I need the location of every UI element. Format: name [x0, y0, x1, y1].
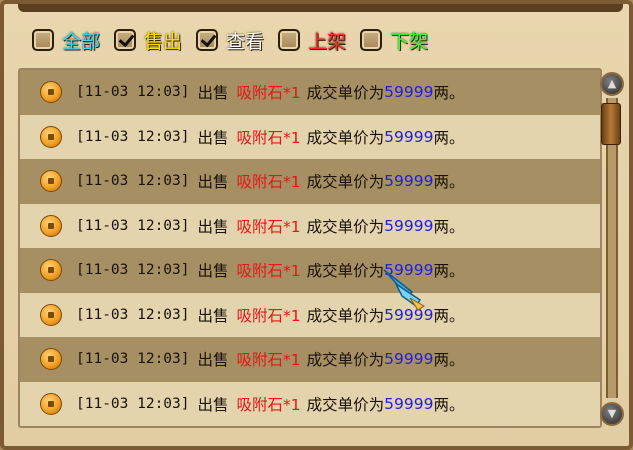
- record-text: 成交单价为: [306, 128, 385, 147]
- record-time: [11-03 12:03]: [76, 84, 190, 101]
- window-top-edge: [18, 4, 623, 12]
- filter-delisted[interactable]: 下架: [360, 27, 428, 54]
- record-item[interactable]: 吸附石*1: [237, 348, 301, 370]
- record-text: 成交单价为: [306, 217, 385, 236]
- record-unit: 两。: [433, 306, 465, 325]
- record-time: [11-03 12:03]: [76, 306, 190, 323]
- gold-coin-icon: [40, 170, 62, 193]
- record-text: 成交单价为: [306, 262, 385, 281]
- record-text: 成交单价为: [306, 395, 385, 414]
- record-action: 出售: [197, 395, 229, 414]
- scroll-up-icon[interactable]: ▲: [600, 72, 624, 96]
- record-time: [11-03 12:03]: [76, 217, 190, 234]
- record-price: 59999: [384, 83, 434, 102]
- gold-coin-icon: [40, 259, 62, 282]
- record-action: 出售: [197, 217, 229, 236]
- record-action: 出售: [197, 306, 229, 325]
- filter-listed[interactable]: 上架: [278, 27, 346, 54]
- record-text: 成交单价为: [306, 351, 385, 370]
- filter-bar: 全部 售出 查看 上架 下架: [32, 24, 442, 56]
- filter-view-label: 查看: [226, 30, 265, 53]
- record-unit: 两。: [433, 351, 465, 370]
- gold-coin-icon: [40, 214, 62, 237]
- gold-coin-icon: [40, 392, 62, 415]
- trade-log-window: 全部 售出 查看 上架 下架 [11-03 12:03] 出售 吸附石*1 成交单价为…: [0, 0, 633, 450]
- record-time: [11-03 12:03]: [76, 395, 190, 412]
- gold-coin-icon: [40, 125, 62, 148]
- filter-delisted-checkbox[interactable]: [360, 29, 383, 51]
- record-time: [11-03 12:03]: [76, 128, 190, 145]
- record-item[interactable]: 吸附石*1: [237, 215, 301, 237]
- filter-view-checkbox[interactable]: [196, 29, 219, 51]
- record-action: 出售: [197, 173, 229, 192]
- list-item[interactable]: [11-03 12:03] 出售 吸附石*1 成交单价为 59999 两。: [20, 70, 600, 115]
- filter-listed-checkbox[interactable]: [278, 29, 301, 51]
- record-action: 出售: [197, 84, 229, 103]
- filter-sold-checkbox[interactable]: [114, 29, 137, 51]
- record-item[interactable]: 吸附石*1: [237, 304, 301, 326]
- record-action: 出售: [197, 351, 229, 370]
- gold-coin-icon: [40, 348, 62, 371]
- record-unit: 两。: [433, 84, 465, 103]
- gold-coin-icon: [40, 81, 62, 104]
- filter-all[interactable]: 全部: [32, 27, 100, 54]
- record-unit: 两。: [433, 262, 465, 281]
- record-item[interactable]: 吸附石*1: [237, 259, 301, 281]
- scroll-thumb[interactable]: [601, 103, 621, 145]
- record-price: 59999: [384, 216, 434, 235]
- filter-delisted-label: 下架: [390, 30, 429, 53]
- gold-coin-icon: [40, 303, 62, 326]
- scroll-down-icon[interactable]: ▼: [600, 402, 624, 426]
- list-item[interactable]: [11-03 12:03] 出售 吸附石*1 成交单价为 59999 两。: [20, 292, 600, 337]
- record-unit: 两。: [433, 128, 465, 147]
- record-time: [11-03 12:03]: [76, 351, 190, 368]
- record-text: 成交单价为: [306, 173, 385, 192]
- record-unit: 两。: [433, 217, 465, 236]
- filter-view[interactable]: 查看: [196, 27, 264, 54]
- record-item[interactable]: 吸附石*1: [237, 393, 301, 415]
- filter-listed-label: 上架: [308, 30, 347, 53]
- record-item[interactable]: 吸附石*1: [237, 81, 301, 103]
- record-unit: 两。: [433, 173, 465, 192]
- trade-record-list: [11-03 12:03] 出售 吸附石*1 成交单价为 59999 两。 [11-03 1…: [18, 68, 602, 428]
- list-item[interactable]: [11-03 12:03] 出售 吸附石*1 成交单价为 59999 两。: [20, 203, 600, 248]
- filter-all-label: 全部: [62, 30, 101, 53]
- list-item[interactable]: [11-03 12:03] 出售 吸附石*1 成交单价为 59999 两。: [20, 114, 600, 159]
- record-price: 59999: [384, 172, 434, 191]
- record-action: 出售: [197, 128, 229, 147]
- record-text: 成交单价为: [306, 306, 385, 325]
- scrollbar[interactable]: ▲ ▼: [598, 68, 626, 428]
- filter-all-checkbox[interactable]: [32, 29, 54, 51]
- record-time: [11-03 12:03]: [76, 173, 190, 190]
- record-item[interactable]: 吸附石*1: [237, 170, 301, 192]
- record-price: 59999: [384, 127, 434, 146]
- list-item[interactable]: [11-03 12:03] 出售 吸附石*1 成交单价为 59999 两。: [20, 337, 600, 382]
- list-item[interactable]: [11-03 12:03] 出售 吸附石*1 成交单价为 59999 两。: [20, 159, 600, 204]
- list-item[interactable]: [11-03 12:03] 出售 吸附石*1 成交单价为 59999 两。: [20, 381, 600, 426]
- record-price: 59999: [384, 350, 434, 369]
- record-unit: 两。: [433, 395, 465, 414]
- record-item[interactable]: 吸附石*1: [237, 126, 301, 148]
- record-text: 成交单价为: [306, 84, 385, 103]
- record-price: 59999: [384, 394, 434, 413]
- list-item[interactable]: [11-03 12:03] 出售 吸附石*1 成交单价为 59999 两。: [20, 248, 600, 293]
- filter-sold-label: 售出: [144, 30, 183, 53]
- filter-sold[interactable]: 售出: [114, 27, 182, 54]
- record-time: [11-03 12:03]: [76, 262, 190, 279]
- crystal-pointer-icon: [383, 269, 425, 311]
- record-action: 出售: [197, 262, 229, 281]
